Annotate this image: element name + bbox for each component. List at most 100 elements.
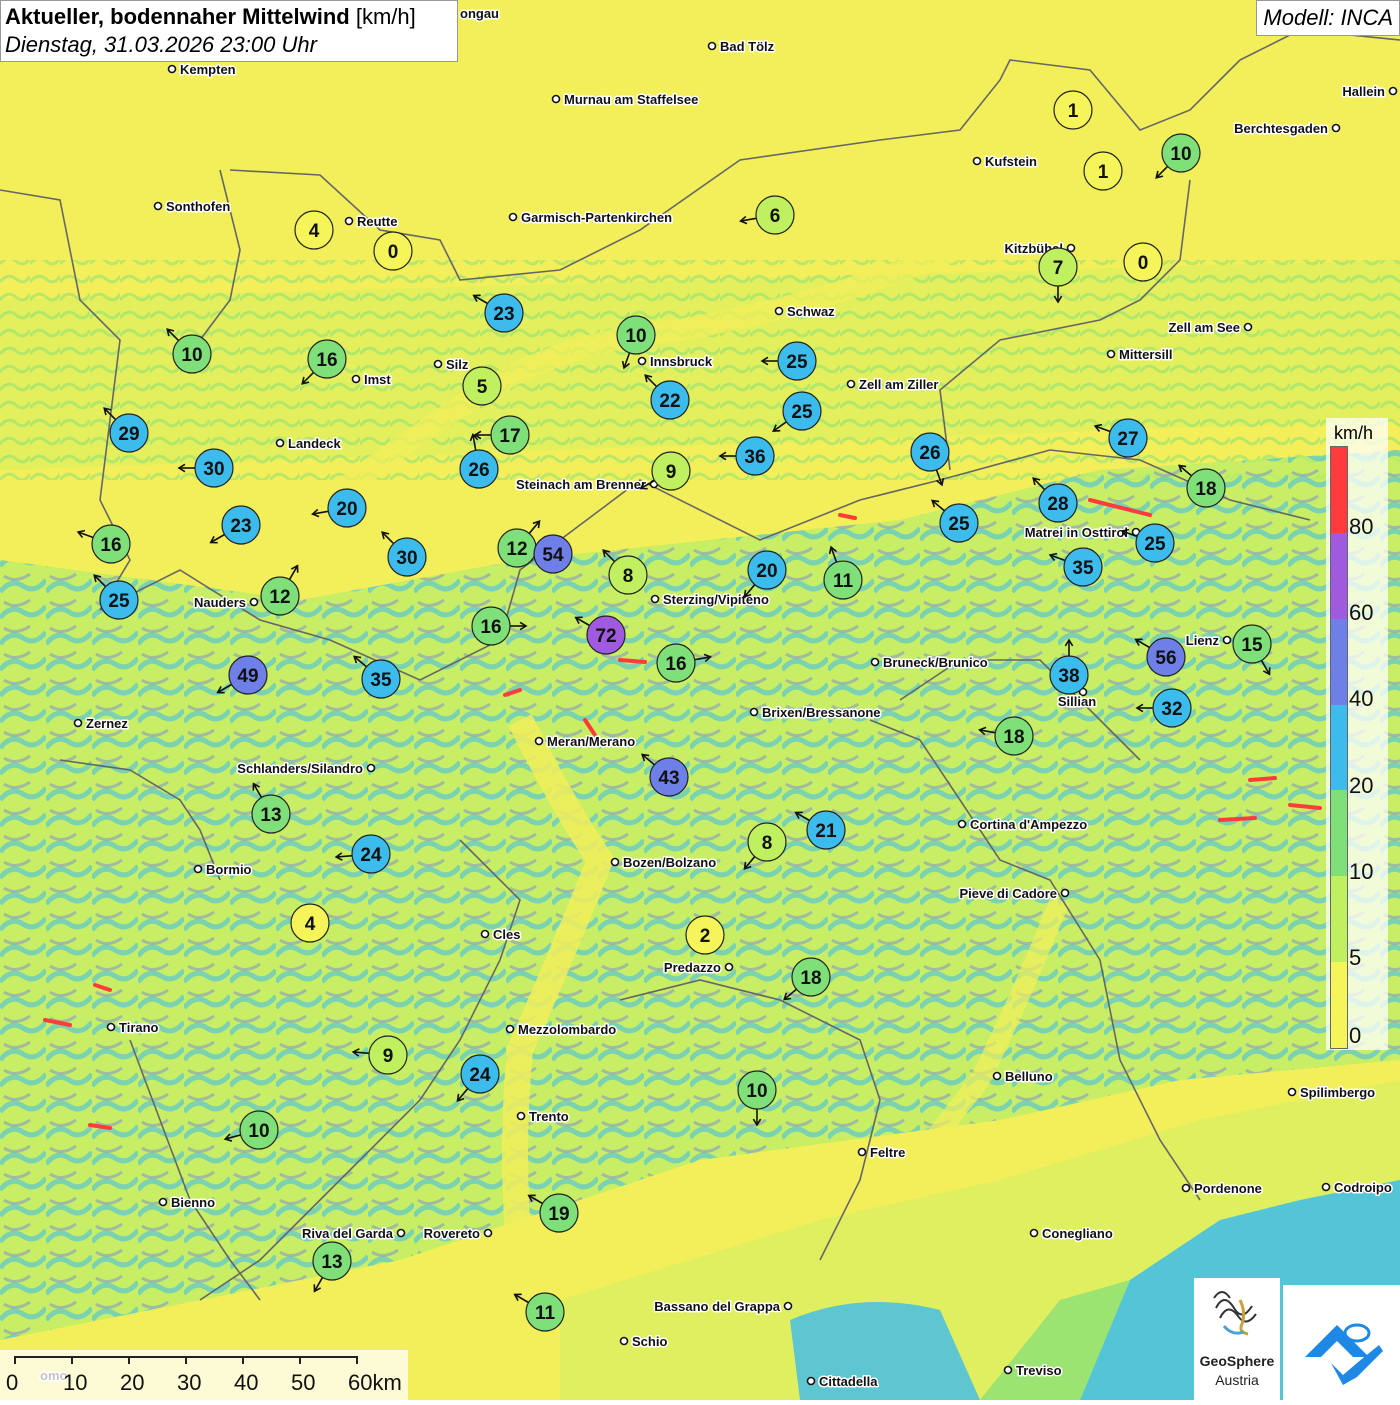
- city-dot: [870, 657, 880, 667]
- wind-station: 2: [685, 915, 725, 955]
- logo-name: GeoSphere: [1199, 1353, 1275, 1369]
- city-marker: Meran/Merano: [534, 733, 637, 751]
- wind-station: 9: [351, 1035, 408, 1075]
- wind-direction-arrow-icon: [772, 421, 787, 432]
- wind-direction-arrow-icon: [527, 1194, 543, 1205]
- wind-station: 23: [472, 293, 524, 333]
- city-label: Tirano: [119, 1020, 159, 1035]
- wind-station: 10: [166, 328, 212, 374]
- wind-speed-value: 19: [548, 1204, 569, 1225]
- city-marker: Steinach am Brenner: [514, 476, 659, 494]
- city-label: Kempten: [180, 62, 236, 77]
- wind-direction-arrow-icon: [1260, 660, 1271, 676]
- city-marker: Predazzo: [662, 959, 734, 977]
- city-marker: Mezzolombardo: [505, 1021, 618, 1039]
- city-dot: [73, 718, 83, 728]
- wind-speed-value: 16: [316, 350, 337, 371]
- model-label: Modell: INCA: [1256, 0, 1400, 36]
- city-dot: [972, 156, 982, 166]
- legend-tick-label: 10: [1349, 858, 1374, 884]
- city-dot: [610, 857, 620, 867]
- wind-station: 26: [910, 432, 950, 487]
- wind-direction-arrow-icon: [644, 374, 658, 388]
- legend-tick-label: 80: [1349, 514, 1374, 540]
- wind-speed-value: 12: [506, 539, 527, 560]
- scale-bar-label: 0: [6, 1370, 19, 1395]
- legend-color-segment: [1331, 532, 1347, 619]
- city-marker: Innsbruck: [637, 353, 714, 371]
- city-label: Codroipo: [1334, 1180, 1392, 1195]
- city-dot: [857, 1147, 867, 1157]
- city-dot: [1029, 1228, 1039, 1238]
- city-dot: [167, 64, 177, 74]
- wind-direction-arrow-icon: [252, 782, 263, 798]
- city-marker: Garmisch-Partenkirchen: [508, 209, 674, 227]
- city-label: Trento: [529, 1109, 569, 1124]
- wind-speed-value: 30: [203, 459, 224, 480]
- city-label: Riva del Garda: [302, 1226, 394, 1241]
- city-dot: [774, 306, 784, 316]
- scale-bar-label: 10: [63, 1370, 88, 1395]
- city-marker: Berchtesgaden: [1233, 120, 1341, 138]
- wind-direction-arrow-icon: [694, 653, 712, 663]
- wind-speed-value: 24: [360, 845, 382, 866]
- city-label: Brixen/Bressanone: [762, 705, 881, 720]
- city-marker: Silz: [433, 356, 470, 374]
- city-label: Treviso: [1016, 1363, 1062, 1378]
- city-label: Bozen/Bolzano: [623, 855, 716, 870]
- city-label: Imst: [364, 372, 391, 387]
- wind-speed-value: 9: [666, 462, 677, 483]
- wind-station: 11: [513, 1292, 565, 1332]
- city-dot: [806, 1376, 816, 1386]
- city-marker: Feltre: [857, 1144, 907, 1162]
- scale-bar-tick: [185, 1356, 187, 1364]
- wind-station: 4: [294, 210, 334, 250]
- city-label: Mittersill: [1119, 347, 1172, 362]
- wind-station: 15: [1232, 624, 1272, 676]
- wind-station: 8: [602, 549, 648, 595]
- wind-speed-value: 72: [595, 626, 616, 647]
- wind-speed-value: 25: [1144, 534, 1166, 555]
- wind-station: 29: [103, 407, 149, 453]
- wind-direction-arrow-icon: [931, 499, 945, 512]
- city-label: Landeck: [288, 436, 342, 451]
- wind-direction-arrow-icon: [1135, 703, 1153, 713]
- wind-direction-arrow-icon: [513, 1293, 529, 1304]
- wind-speed-value: 11: [833, 571, 854, 592]
- wind-speed-value: 35: [1072, 558, 1094, 579]
- wind-direction-arrow-icon: [473, 430, 491, 440]
- wind-speed-value: 26: [919, 443, 940, 464]
- wind-station: 0: [373, 231, 413, 271]
- city-marker: Schwaz: [774, 303, 837, 321]
- city-marker: Bozen/Bolzano: [610, 854, 718, 872]
- wind-direction-arrow-icon: [301, 371, 315, 385]
- wind-direction-arrow-icon: [1048, 552, 1066, 562]
- wind-speed-value: 18: [1195, 479, 1216, 500]
- wind-speed-value: 10: [625, 326, 646, 347]
- city-label: Predazzo: [664, 960, 721, 975]
- city-label: Matrei in Osttirol: [1025, 525, 1128, 540]
- city-dot: [650, 594, 660, 604]
- wind-station: 25: [93, 574, 139, 620]
- legend-color-segment: [1331, 618, 1347, 705]
- city-dot: [275, 438, 285, 448]
- scale-bar-tick: [128, 1356, 130, 1364]
- wind-speed-value: 43: [658, 768, 679, 789]
- city-marker: Bruneck/Brunico: [870, 654, 989, 672]
- wind-station: 25: [1120, 523, 1175, 563]
- city-label: Pordenone: [1194, 1181, 1262, 1196]
- city-label: Meran/Merano: [547, 734, 635, 749]
- wind-speed-value: 26: [468, 460, 489, 481]
- scale-bar-tick: [71, 1356, 73, 1364]
- wind-station: 10: [223, 1110, 279, 1150]
- wind-speed-value: 56: [1155, 648, 1176, 669]
- legend-color-segment: [1331, 962, 1347, 1048]
- wind-station: 10: [1155, 133, 1201, 179]
- city-dot: [1106, 349, 1116, 359]
- city-marker: Cortina d'Ampezzo: [957, 816, 1089, 834]
- city-marker: Reutte: [344, 213, 399, 231]
- city-dot: [707, 41, 717, 51]
- city-dot: [344, 216, 354, 226]
- wind-speed-value: 29: [118, 424, 139, 445]
- city-dot: [516, 1111, 526, 1121]
